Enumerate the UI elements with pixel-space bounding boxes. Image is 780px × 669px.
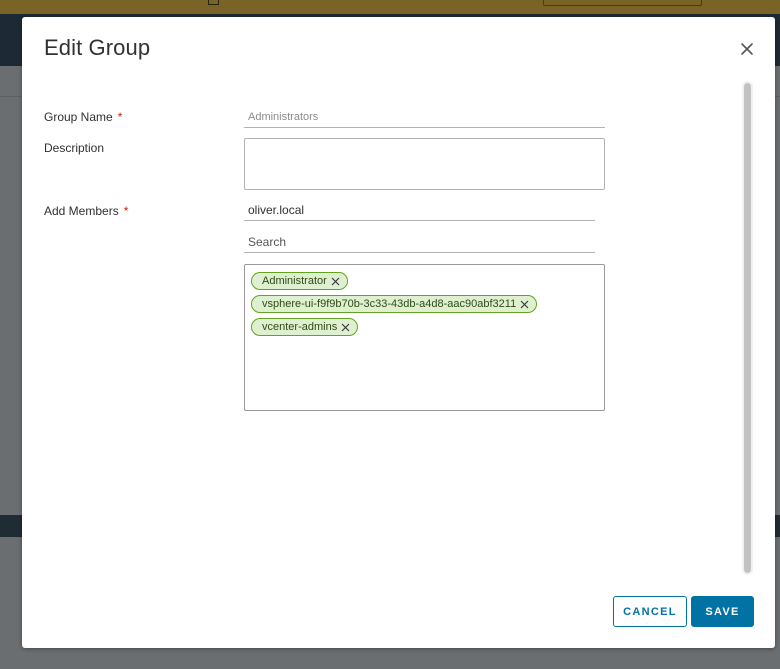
dialog-title: Edit Group — [44, 35, 151, 60]
remove-member-icon[interactable] — [519, 299, 530, 310]
add-members-input[interactable] — [244, 200, 595, 221]
description-label: Description — [44, 141, 105, 155]
required-mark: * — [117, 110, 123, 124]
member-chip: vcenter-admins — [251, 318, 359, 336]
remove-member-icon[interactable] — [340, 322, 351, 333]
group-name-label: Group Name * — [44, 110, 122, 124]
member-chip-label: vsphere-ui-f9f9b70b-3c33-43db-a4d8-aac90… — [262, 298, 517, 310]
close-button[interactable] — [738, 40, 756, 58]
member-chip: Administrator — [251, 272, 348, 290]
member-chip-label: Administrator — [262, 275, 327, 287]
required-mark: * — [123, 204, 129, 218]
group-name-input[interactable] — [244, 107, 605, 128]
scrollbar-thumb[interactable] — [744, 83, 751, 573]
description-textarea[interactable] — [244, 138, 605, 190]
add-members-label-text: Add Members — [44, 204, 119, 218]
add-members-label: Add Members * — [44, 204, 128, 218]
group-name-label-text: Group Name — [44, 110, 113, 124]
edit-group-dialog: Edit Group Group Name * Description Add M… — [22, 17, 775, 648]
member-chip-label: vcenter-admins — [262, 321, 338, 333]
background-icon — [208, 0, 219, 5]
remove-member-icon[interactable] — [330, 276, 341, 287]
member-chip: vsphere-ui-f9f9b70b-3c33-43db-a4d8-aac90… — [251, 295, 538, 313]
close-icon — [741, 43, 753, 55]
cancel-button[interactable]: CANCEL — [613, 596, 687, 627]
selected-members-box[interactable]: Administrator vsphere-ui-f9f9b70b-3c33-4… — [244, 264, 605, 411]
member-search-input[interactable] — [244, 231, 595, 253]
dialog-scrollbar[interactable] — [742, 81, 753, 575]
background-search-box — [543, 0, 702, 6]
background-header — [0, 0, 780, 14]
save-button[interactable]: SAVE — [691, 596, 754, 627]
